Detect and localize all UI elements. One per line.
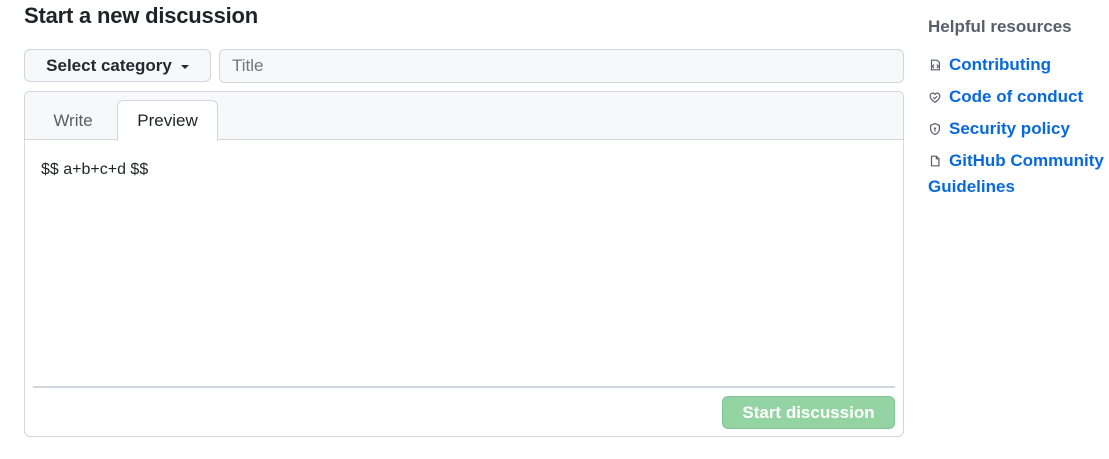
editor-tab-bar: Write Preview	[25, 92, 903, 141]
title-input[interactable]	[219, 49, 904, 83]
sidebar-heading: Helpful resources	[928, 17, 1072, 36]
code-of-conduct-link[interactable]: Code of conduct	[949, 87, 1083, 106]
tab-write[interactable]: Write	[33, 100, 113, 141]
start-discussion-button[interactable]: Start discussion	[722, 396, 895, 429]
tab-preview[interactable]: Preview	[117, 100, 218, 141]
code-of-conduct-icon	[929, 92, 941, 103]
select-category-label: Select category	[46, 55, 172, 75]
contributing-link[interactable]: Contributing	[949, 55, 1051, 74]
resource-item-code-of-conduct: Code of conduct	[928, 84, 1109, 110]
community-guidelines-link[interactable]: GitHub Community Guidelines	[928, 151, 1104, 196]
caret-down-icon	[180, 65, 189, 69]
resource-item-community-guidelines: GitHub Community Guidelines	[928, 148, 1109, 200]
select-category-button[interactable]: Select category	[24, 49, 211, 82]
editor-divider	[33, 386, 895, 388]
helpful-resources-sidebar: Helpful resources Contributing Code of c…	[928, 17, 1109, 206]
shield-icon	[930, 122, 940, 136]
page-title: Start a new discussion	[24, 3, 259, 28]
contributing-icon	[930, 59, 940, 71]
file-icon	[930, 155, 940, 167]
security-policy-link[interactable]: Security policy	[949, 119, 1070, 138]
discussion-editor: Write Preview $$ a+b+c+d $$ Start discus…	[24, 91, 904, 437]
resource-item-security-policy: Security policy	[928, 116, 1109, 142]
resource-item-contributing: Contributing	[928, 52, 1109, 78]
preview-content: $$ a+b+c+d $$	[41, 161, 149, 178]
